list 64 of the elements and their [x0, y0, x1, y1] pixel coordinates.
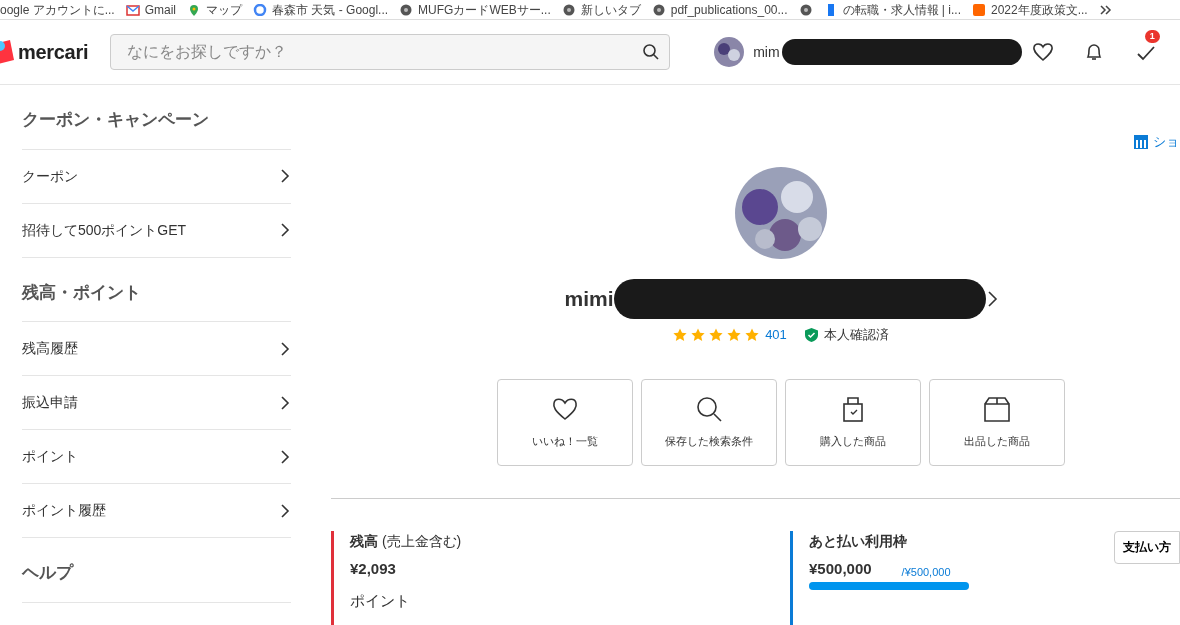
- credit-limit: /¥500,000: [901, 564, 951, 580]
- chevron-right-icon: [279, 448, 291, 465]
- menu-tile[interactable]: いいね！一覧: [497, 378, 633, 466]
- username[interactable]: mim: [753, 41, 780, 63]
- search-icon: [695, 394, 723, 423]
- bookmark-link[interactable]: 新しいタブ: [580, 2, 641, 17]
- sidebar-item[interactable]: ポイント: [22, 430, 291, 484]
- globe-icon[interactable]: [798, 3, 813, 16]
- chevron-right-icon: [279, 502, 291, 519]
- box-icon: [983, 394, 1011, 423]
- balance-title: 残高 (売上金含む): [350, 531, 463, 551]
- menu-tile[interactable]: 購入した商品: [785, 378, 921, 466]
- star-icon: [745, 327, 760, 342]
- menu-tile[interactable]: 保存した検索条件: [641, 378, 777, 466]
- star-icon: [673, 327, 688, 342]
- bookmark-link[interactable]: MUFGカードWEBサー...: [418, 2, 551, 17]
- sidebar-item[interactable]: 残高履歴: [22, 322, 291, 376]
- star-icon: [709, 327, 724, 342]
- menu-tile[interactable]: 出品した商品: [929, 378, 1065, 466]
- globe-icon[interactable]: [651, 3, 666, 16]
- rating-count[interactable]: 401: [765, 325, 787, 345]
- profile-name[interactable]: mimi: [564, 283, 614, 315]
- section-heading: ヘルプ: [22, 538, 291, 603]
- shop-link[interactable]: ショ: [1133, 132, 1179, 152]
- bookmark-link[interactable]: 2022年度政策文...: [990, 2, 1088, 17]
- chevron-right-icon: [279, 340, 291, 357]
- search-icon[interactable]: [642, 43, 661, 61]
- bookmark-link[interactable]: の転職・求人情報 | i...: [842, 2, 961, 17]
- bookmark-link[interactable]: 春森市 天気 - Googl...: [272, 2, 389, 17]
- logo-icon[interactable]: [0, 40, 14, 64]
- bookmark-link[interactable]: oogle アカウントに...: [0, 2, 115, 17]
- globe-icon[interactable]: [399, 3, 414, 16]
- section-heading: 残高・ポイント: [22, 257, 291, 322]
- search-field[interactable]: なにをお探しですか？: [110, 34, 671, 70]
- chevron-right-icon: [279, 168, 291, 184]
- section-heading: クーポン・キャンペーン: [22, 85, 291, 150]
- more-bookmarks-icon[interactable]: [1098, 3, 1113, 16]
- star-icon: [727, 327, 742, 342]
- notification-badge: 1: [1144, 30, 1160, 43]
- logo-text[interactable]: mercari: [18, 37, 89, 67]
- credit-amount: ¥500,000: [809, 558, 872, 579]
- heart-icon[interactable]: [1031, 42, 1054, 62]
- verified-shield-icon: [804, 327, 818, 342]
- sidebar-item[interactable]: 招待して500ポイントGET: [22, 203, 291, 258]
- credit-title: あと払い利用枠: [809, 531, 908, 551]
- chevron-right-icon[interactable]: [985, 290, 998, 308]
- bookmark-logo-icon[interactable]: [971, 3, 986, 16]
- google-icon[interactable]: [253, 3, 268, 16]
- verified-label: 本人確認済: [823, 326, 889, 344]
- bookmark-link[interactable]: pdf_publications_00...: [670, 2, 788, 17]
- sidebar-item[interactable]: クーポン: [22, 149, 291, 204]
- chevron-right-icon: [279, 222, 291, 238]
- bookmark-link[interactable]: Gmail: [144, 2, 177, 17]
- sidebar-item[interactable]: 振込申請: [22, 376, 291, 430]
- star-icon: [691, 327, 706, 342]
- mail-icon[interactable]: [125, 3, 140, 16]
- shop-icon: [1133, 133, 1149, 150]
- chevron-right-icon: [279, 394, 291, 411]
- globe-icon[interactable]: [561, 3, 576, 16]
- sidebar-item[interactable]: ポイント履歴: [22, 484, 291, 538]
- payment-method-button[interactable]: 支払い方: [1114, 530, 1180, 564]
- balance-amount: ¥2,093: [350, 558, 397, 579]
- points-label: ポイント: [350, 591, 411, 611]
- bookmark-link[interactable]: マップ: [206, 2, 243, 17]
